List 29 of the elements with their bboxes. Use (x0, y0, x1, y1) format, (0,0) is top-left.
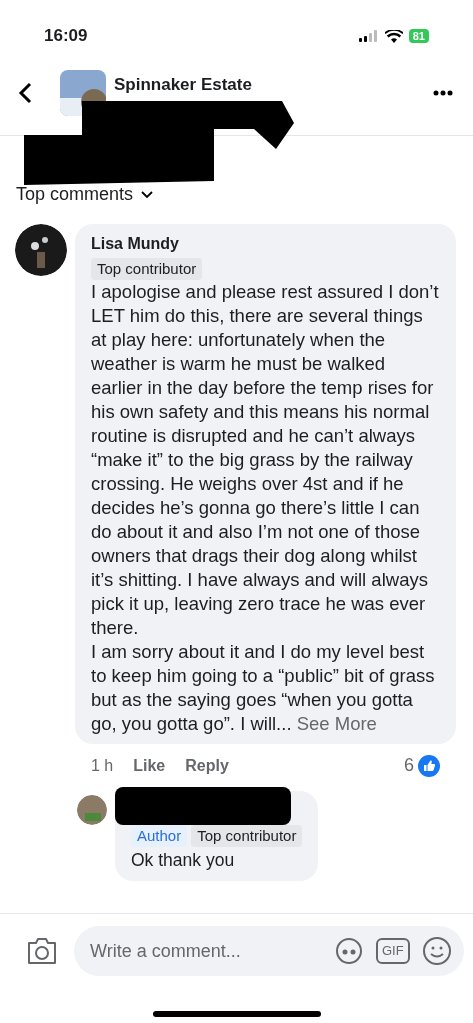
like-button[interactable]: Like (133, 753, 166, 778)
comment-field[interactable]: Write a comment... GIF (74, 926, 464, 976)
battery-indicator: 81 (408, 29, 429, 43)
avatar (77, 795, 107, 825)
group-name: Spinnaker Estate (114, 73, 252, 96)
reply-text: Ok thank you (131, 849, 236, 872)
badge: Top contributor (91, 258, 203, 280)
gif-button[interactable]: GIF (376, 938, 410, 964)
comment-author[interactable]: Lisa Mundy (91, 232, 440, 256)
avatar-sticker-icon[interactable] (334, 937, 364, 965)
reply-button[interactable]: Reply (185, 753, 229, 778)
comment-time: 1 h (91, 755, 114, 776)
chevron-icon (141, 190, 154, 199)
signal-icon (358, 30, 379, 42)
comment-text: I am sorry about it and I do my level best to keep him going to a “public” bit of grass but as the saying goes “when you gotta go, you gotta go”. I will... See More (91, 640, 436, 736)
like-icon (418, 754, 440, 777)
reaction-count: 6 (404, 754, 414, 777)
status-time: 16:09 (44, 25, 88, 48)
comment-text: I apologise and please rest assured I don’t LET him do this, there are several things at play here: unfortunately when the weather is warm he must be walked earlier in the day before the temp rises for his own safety and this means his normal routine is disrupted and he can’t always “make it” to the big grass by the railway crossing. He weighs over 4st and if he decides he’s gonna go there’s little I can do about it and also I’m not one of those owners that drags their dog along whilst it’s shitting. I have always and will always pick it up, leaving zero trace he was ever there. (91, 280, 440, 640)
camera-icon[interactable] (26, 937, 58, 965)
wifi-icon (384, 29, 403, 43)
badge: Top contributor (191, 825, 303, 847)
avatar (15, 224, 67, 276)
sort-dropdown[interactable]: Top comments (16, 181, 154, 208)
emoji-icon[interactable] (421, 936, 452, 966)
see-more-link[interactable]: See More (296, 713, 377, 734)
badge: Author (131, 825, 188, 847)
more-icon[interactable] (433, 89, 453, 96)
back-icon[interactable] (18, 81, 32, 104)
